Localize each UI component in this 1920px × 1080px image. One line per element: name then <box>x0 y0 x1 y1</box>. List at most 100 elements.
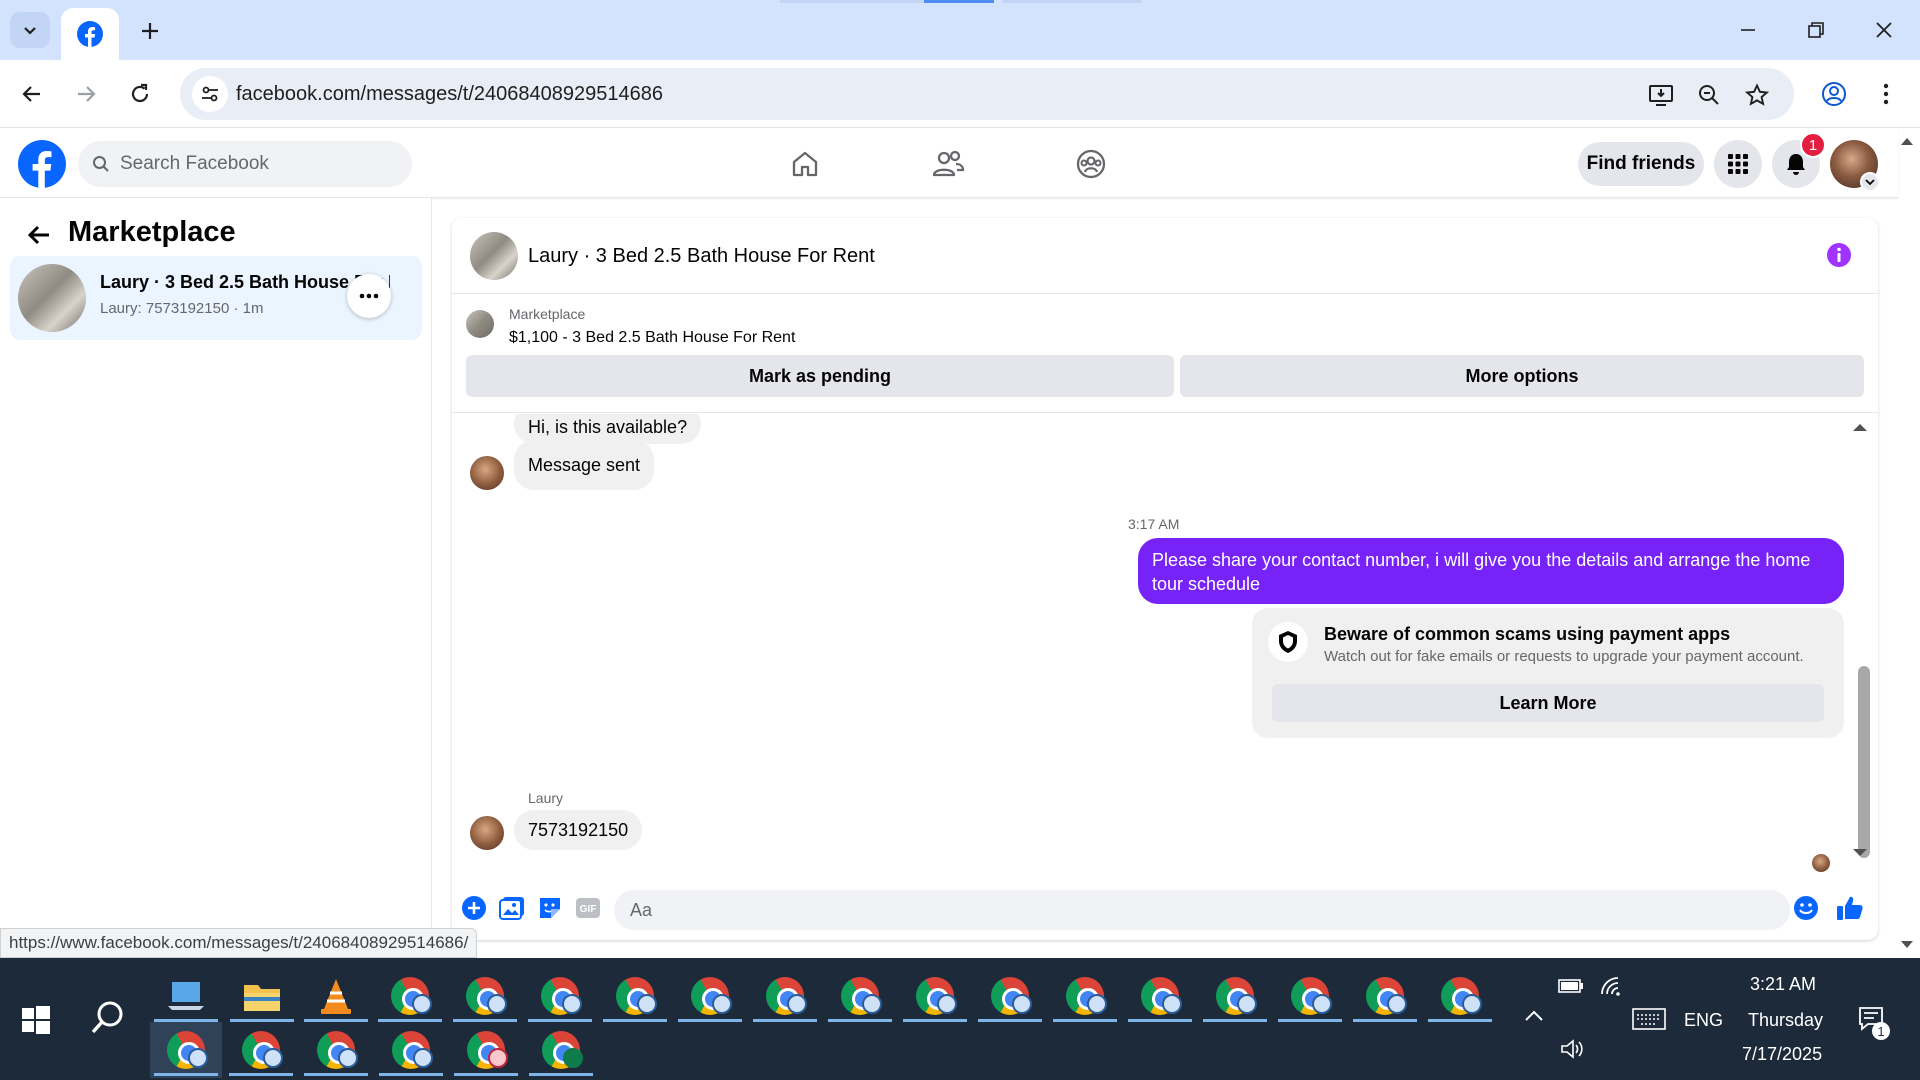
mark-as-pending-button[interactable]: Mark as pending <box>466 355 1174 397</box>
search-icon[interactable] <box>88 998 128 1038</box>
taskbar-app-chrome[interactable] <box>1274 968 1346 1024</box>
groups-icon <box>1076 149 1106 179</box>
sticker-icon <box>540 898 560 918</box>
shield-icon <box>1268 622 1308 662</box>
zoom-button[interactable] <box>1694 80 1724 110</box>
windows-start-icon[interactable] <box>16 1000 56 1040</box>
taskbar-app-chrome[interactable] <box>450 1022 522 1078</box>
more-options-button[interactable]: More options <box>1180 355 1864 397</box>
taskbar-app-chrome[interactable] <box>374 968 446 1024</box>
chat-scroll-up-icon[interactable] <box>1852 422 1868 432</box>
listing-title[interactable]: $1,100 - 3 Bed 2.5 Bath House For Rent <box>509 329 795 347</box>
forward-button[interactable] <box>66 74 106 114</box>
taskbar-app-chrome[interactable] <box>1424 968 1496 1024</box>
taskbar-app-chrome[interactable] <box>899 968 971 1024</box>
site-info-button[interactable] <box>192 76 228 112</box>
info-icon[interactable] <box>1826 242 1852 268</box>
laptop-icon <box>168 982 204 1010</box>
page-scroll-up-icon[interactable] <box>1900 136 1914 146</box>
message-input[interactable] <box>614 890 1790 930</box>
wifi-icon[interactable] <box>1598 974 1622 996</box>
chevron-up-icon[interactable] <box>1524 1010 1544 1022</box>
clock-date[interactable]: 7/17/2025 <box>1742 1044 1822 1065</box>
taskbar-app-chrome[interactable] <box>974 968 1046 1024</box>
taskbar-app-chrome[interactable] <box>1124 968 1196 1024</box>
install-icon <box>1649 85 1673 106</box>
taskbar-app-chrome[interactable] <box>599 968 671 1024</box>
taskbar-app-file-explorer[interactable] <box>226 968 298 1024</box>
restore-button[interactable] <box>1794 10 1838 50</box>
nav-friends[interactable] <box>908 140 988 188</box>
taskbar-app-desktop[interactable] <box>150 968 222 1024</box>
nav-home[interactable] <box>765 140 845 188</box>
chat-scrollbar-thumb[interactable] <box>1858 666 1870 858</box>
language-indicator[interactable]: ENG <box>1684 1010 1723 1031</box>
incoming-message: Message sent <box>514 440 655 490</box>
listing-thumbnail <box>18 264 86 332</box>
tab-search-button[interactable] <box>10 12 50 48</box>
install-app-button[interactable] <box>1646 80 1676 110</box>
nav-groups[interactable] <box>1051 140 1131 188</box>
facebook-logo-icon[interactable] <box>18 140 66 188</box>
gif-button[interactable]: GIF <box>574 894 602 922</box>
taskbar-app-chrome[interactable] <box>824 968 896 1024</box>
taskbar-app-chrome[interactable] <box>1349 968 1421 1024</box>
taskbar-app-chrome[interactable] <box>525 1022 597 1078</box>
taskbar-app-chrome[interactable] <box>225 1022 297 1078</box>
chat-scroll-down-icon[interactable] <box>1852 848 1868 858</box>
home-icon <box>792 151 818 177</box>
sidebar-back-button[interactable] <box>22 218 56 252</box>
new-tab-button[interactable] <box>135 16 165 46</box>
facebook-search[interactable] <box>78 141 412 187</box>
taskbar-app-chrome[interactable] <box>749 968 821 1024</box>
chat-avatar[interactable] <box>470 232 518 280</box>
open-more-actions-button[interactable] <box>460 894 488 922</box>
attach-media-button[interactable] <box>498 894 526 922</box>
clock-time[interactable]: 3:21 AM <box>1750 974 1816 995</box>
minimize-button[interactable] <box>1726 10 1770 50</box>
vlc-cone-icon <box>321 979 351 1014</box>
taskbar-app-chrome-active[interactable] <box>150 1022 222 1078</box>
keyboard-icon[interactable] <box>1632 1008 1666 1030</box>
conversation-item[interactable]: Laury · 3 Bed 2.5 Bath House For Rent La… <box>10 256 422 340</box>
bookmark-button[interactable] <box>1742 80 1772 110</box>
account-menu-button[interactable] <box>1860 172 1880 192</box>
incoming-message: 7573192150 <box>514 810 643 850</box>
emoji-button[interactable] <box>1792 894 1820 922</box>
taskbar-app-chrome[interactable] <box>375 1022 447 1078</box>
tab-facebook[interactable] <box>61 8 119 60</box>
back-button[interactable] <box>12 74 52 114</box>
conversation-options-button[interactable] <box>347 274 391 318</box>
find-friends-button[interactable]: Find friends <box>1578 142 1704 186</box>
taskbar-app-chrome[interactable] <box>524 968 596 1024</box>
message-timestamp: 3:17 AM <box>1128 516 1180 532</box>
chat-title[interactable]: Laury · 3 Bed 2.5 Bath House For Rent <box>528 245 875 268</box>
battery-icon[interactable] <box>1558 978 1584 994</box>
search-input[interactable] <box>120 141 400 187</box>
menu-button[interactable] <box>1714 140 1762 188</box>
tab-strip-marker <box>1002 0 1142 3</box>
listing-thumbnail[interactable] <box>466 310 494 338</box>
clock-day[interactable]: Thursday <box>1748 1010 1823 1031</box>
url-text[interactable]: facebook.com/messages/t/2406840892951468… <box>236 83 663 106</box>
taskbar-app-chrome[interactable] <box>1199 968 1271 1024</box>
taskbar-app-chrome[interactable] <box>1049 968 1121 1024</box>
taskbar-app-chrome[interactable] <box>449 968 521 1024</box>
taskbar-app-chrome[interactable] <box>300 1022 372 1078</box>
page-scroll-down-icon[interactable] <box>1900 940 1914 950</box>
profile-button[interactable] <box>1814 74 1854 114</box>
facebook-favicon-icon <box>77 21 103 47</box>
learn-more-button[interactable]: Learn More <box>1272 684 1824 722</box>
address-bar[interactable]: facebook.com/messages/t/2406840892951468… <box>180 68 1794 120</box>
action-center-badge: 1 <box>1872 1022 1890 1040</box>
chevron-down-icon <box>1865 179 1875 186</box>
taskbar-app-vlc[interactable] <box>300 968 372 1024</box>
sticker-button[interactable] <box>536 894 564 922</box>
taskbar-app-chrome[interactable] <box>674 968 746 1024</box>
reload-button[interactable] <box>120 74 160 114</box>
close-window-button[interactable] <box>1862 10 1906 50</box>
browser-menu-button[interactable] <box>1866 74 1906 114</box>
bell-icon <box>1787 154 1805 175</box>
volume-icon[interactable] <box>1560 1038 1584 1060</box>
send-like-button[interactable] <box>1836 894 1864 922</box>
